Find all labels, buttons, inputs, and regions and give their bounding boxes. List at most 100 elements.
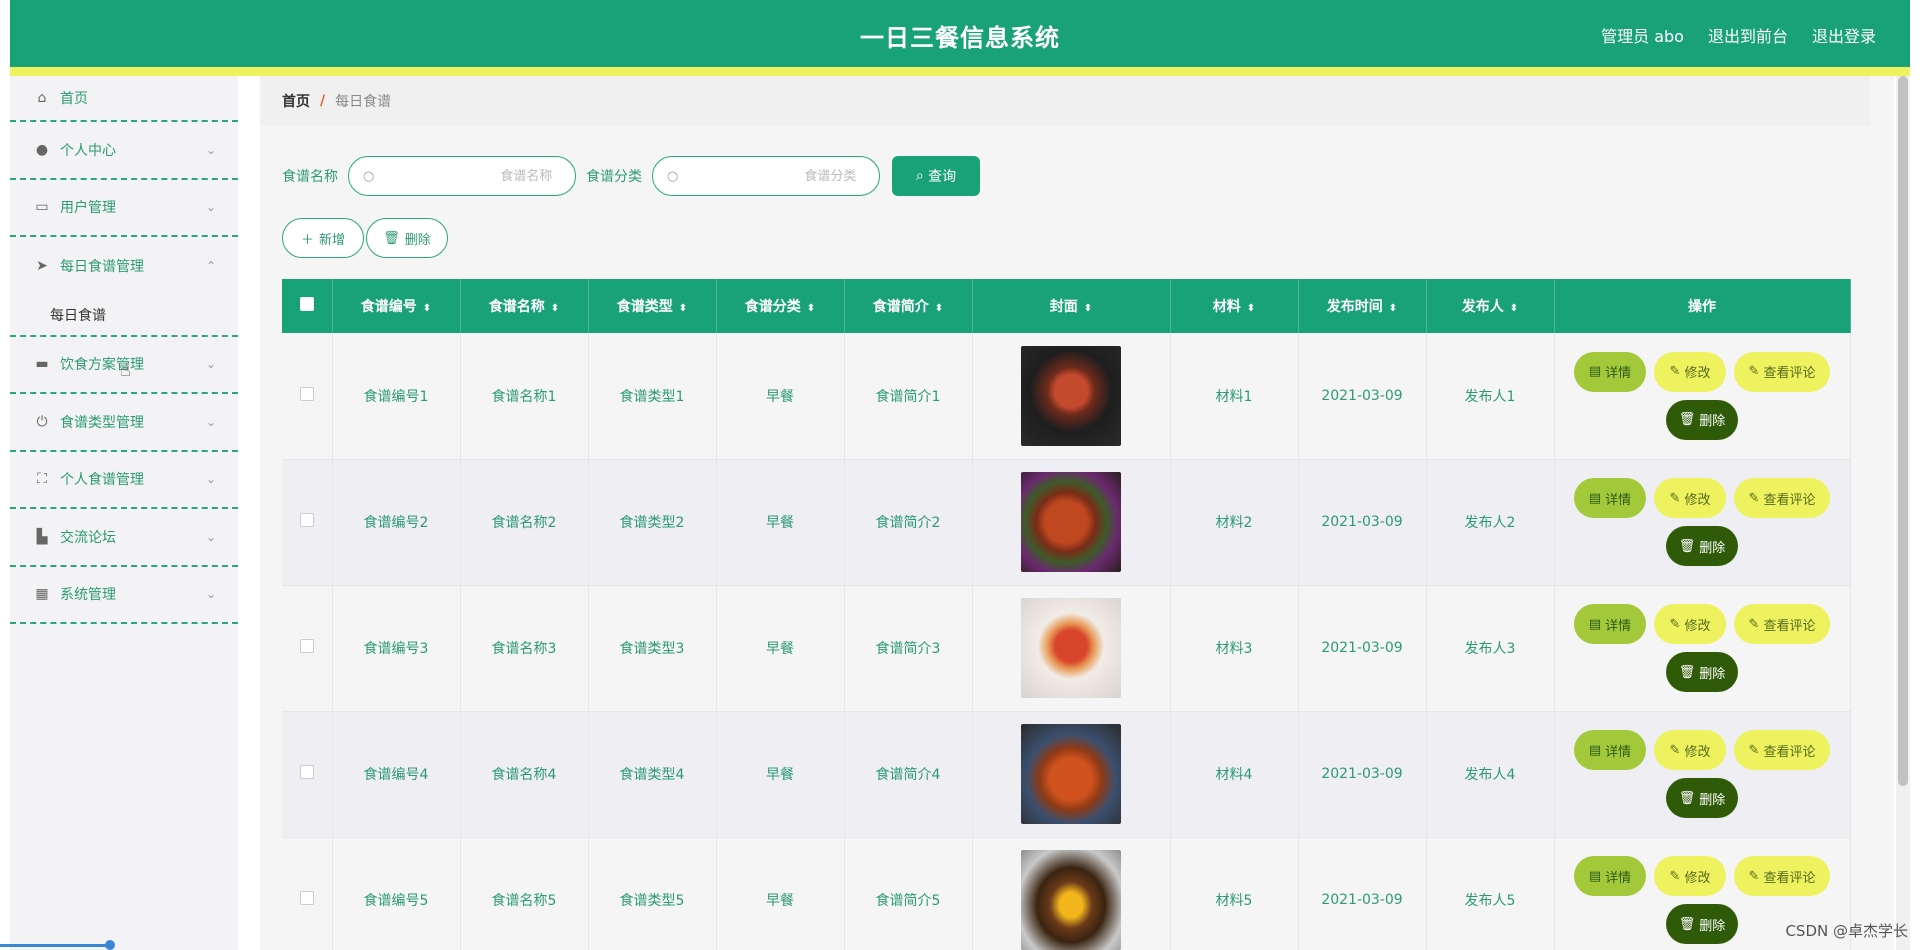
pencil-icon: ✎ (1748, 616, 1760, 632)
row-actions: ▤ 详情 ✎ 修改 ✎ 查看评论 🗑 删除 (1572, 604, 1832, 692)
sidebar-item-label: 个人食谱管理 (60, 472, 144, 489)
delete-button[interactable]: 🗑 删除 (1666, 904, 1738, 944)
sidebar-item-personal-recipe-management[interactable]: ⛶ 个人食谱管理 ⌄ (10, 452, 238, 509)
trash-icon: 🗑 (1678, 916, 1696, 932)
detail-button[interactable]: ▤ 详情 (1574, 730, 1646, 770)
edit-button[interactable]: ✎ 修改 (1654, 478, 1726, 518)
row-checkbox[interactable] (299, 639, 314, 653)
cell-code: 食谱编号5 (332, 837, 461, 950)
col-header-publisher[interactable]: 发布人 ⬍ (1426, 279, 1555, 333)
cell-code: 食谱编号4 (332, 711, 461, 838)
frame-icon: ⛶ (37, 471, 47, 488)
recipe-table: 食谱编号 ⬍ 食谱名称 ⬍ 食谱类型 ⬍ 食谱分类 ⬍ 食谱简介 ⬍ 封面 ⬍ 材料 ⬍ 发布… (282, 279, 1851, 950)
breadcrumb-home[interactable]: 首页 (282, 91, 310, 111)
view-comments-button[interactable]: ✎ 查看评论 (1734, 351, 1830, 392)
sort-icon: ⬍ (1083, 303, 1093, 314)
cell-publisher: 发布人3 (1426, 585, 1555, 712)
sidebar-item-label: 系统管理 (60, 587, 116, 604)
col-header-code[interactable]: 食谱编号 ⬍ (332, 279, 461, 333)
sidebar-item-user-management[interactable]: ▭ 用户管理 ⌄ (10, 180, 238, 237)
edit-button[interactable]: ✎ 修改 (1654, 856, 1726, 896)
cell-category: 早餐 (716, 711, 845, 838)
scroll-knob[interactable] (105, 940, 115, 950)
recipe-category-input[interactable] (686, 168, 857, 184)
col-header-cover[interactable]: 封面 ⬍ (972, 279, 1171, 333)
row-checkbox[interactable] (299, 765, 314, 779)
scrollbar-thumb[interactable] (1898, 76, 1908, 786)
exit-to-front-link[interactable]: 退出到前台 (1708, 23, 1788, 47)
user-icon: ● (35, 141, 49, 158)
edit-button[interactable]: ✎ 修改 (1654, 604, 1726, 644)
col-header-intro[interactable]: 食谱简介 ⬍ (844, 279, 973, 333)
pencil-icon: ✎ (1669, 742, 1681, 758)
pencil-icon: ✎ (1748, 742, 1760, 758)
delete-button[interactable]: 🗑 删除 (1666, 526, 1738, 566)
delete-button[interactable]: 🗑 删除 (1666, 399, 1738, 440)
batch-delete-button[interactable]: 🗑 删除 (366, 218, 448, 258)
sidebar-item-forum[interactable]: ▙ 交流论坛 ⌄ (10, 509, 238, 567)
row-checkbox[interactable] (299, 891, 314, 905)
cell-intro: 食谱简介3 (844, 585, 973, 712)
vertical-scrollbar[interactable] (1896, 76, 1910, 950)
col-header-category[interactable]: 食谱分类 ⬍ (716, 279, 845, 333)
detail-button[interactable]: ▤ 详情 (1574, 604, 1646, 644)
breadcrumb-current: 每日食谱 (335, 94, 392, 110)
row-checkbox[interactable] (299, 513, 314, 527)
delete-button[interactable]: 🗑 删除 (1666, 652, 1738, 692)
edit-button[interactable]: ✎ 修改 (1654, 730, 1726, 770)
select-all-checkbox[interactable] (299, 297, 314, 311)
trash-icon: 🗑 (1678, 412, 1696, 428)
query-button[interactable]: ⌕ 查询 (892, 156, 980, 196)
view-comments-button[interactable]: ✎ 查看评论 (1734, 478, 1830, 518)
view-comments-button[interactable]: ✎ 查看评论 (1734, 856, 1830, 896)
col-header-date[interactable]: 发布时间 ⬍ (1298, 279, 1427, 333)
col-header-actions: 操作 (1554, 279, 1851, 333)
chevron-down-icon: ⌄ (205, 529, 216, 544)
col-header-type[interactable]: 食谱类型 ⬍ (588, 279, 717, 333)
sort-icon: ⬍ (1246, 303, 1256, 314)
sidebar-subitem-daily-recipe[interactable]: 每日食谱 (10, 295, 238, 337)
sidebar-item-home[interactable]: ⌂ 首页 (10, 76, 238, 122)
cell-code: 食谱编号3 (332, 585, 461, 712)
cell-type: 食谱类型2 (588, 459, 717, 586)
detail-button[interactable]: ▤ 详情 (1574, 478, 1646, 518)
sidebar-item-label: 交流论坛 (60, 529, 116, 546)
document-icon: ▤ (1588, 742, 1602, 758)
sidebar-item-label: 每日食谱管理 (60, 258, 144, 275)
document-icon: ▤ (1588, 868, 1602, 884)
edit-button[interactable]: ✎ 修改 (1654, 351, 1726, 392)
view-comments-button[interactable]: ✎ 查看评论 (1734, 604, 1830, 644)
detail-button[interactable]: ▤ 详情 (1574, 856, 1646, 896)
chevron-down-icon: ⌄ (205, 142, 216, 157)
cell-category: 早餐 (716, 585, 845, 712)
sidebar-item-label: 饮食方案管理 (60, 357, 144, 374)
sidebar-item-recipe-type-management[interactable]: ⏻ 食谱类型管理 ⌄ (10, 394, 238, 452)
sidebar-item-personal-center[interactable]: ● 个人中心 ⌄ (10, 122, 238, 180)
cell-name: 食谱名称1 (460, 333, 589, 460)
col-header-material[interactable]: 材料 ⬍ (1170, 279, 1299, 333)
sidebar-item-system-management[interactable]: ▦ 系统管理 ⌄ (10, 567, 238, 624)
send-icon: ➤ (36, 257, 48, 274)
row-checkbox[interactable] (299, 386, 314, 401)
table-header-row: 食谱编号 ⬍ 食谱名称 ⬍ 食谱类型 ⬍ 食谱分类 ⬍ 食谱简介 ⬍ 封面 ⬍ 材料 ⬍ 发布… (282, 279, 1851, 333)
main-content: 首页 / 每日食谱 食谱名称 ○ 食谱分类 ○ ⌕ 查询 ＋新增 🗑删除 (260, 76, 1894, 950)
breadcrumb: 首页 / 每日食谱 (260, 76, 1870, 126)
detail-button[interactable]: ▤ 详情 (1574, 351, 1646, 392)
table-row: 食谱编号4 食谱名称4 食谱类型4 早餐 食谱简介4 材料4 2021-03-0… (282, 711, 1851, 838)
cell-date: 2021-03-09 (1298, 459, 1427, 586)
cell-code: 食谱编号2 (332, 459, 461, 586)
delete-button[interactable]: 🗑 删除 (1666, 778, 1738, 818)
trash-icon: 🗑 (1678, 790, 1696, 806)
cell-date: 2021-03-09 (1298, 333, 1427, 460)
pencil-icon: ✎ (1669, 868, 1681, 884)
chevron-down-icon: ⌄ (205, 357, 216, 372)
horizontal-scroll-indicator[interactable] (0, 940, 115, 950)
sidebar-item-daily-recipe-management[interactable]: ➤ 每日食谱管理 ⌃ (10, 237, 238, 295)
col-header-name[interactable]: 食谱名称 ⬍ (460, 279, 589, 333)
query-button-label: 查询 (928, 169, 957, 185)
add-button[interactable]: ＋ 新增 (282, 218, 364, 258)
recipe-name-input[interactable] (382, 168, 553, 184)
logout-link[interactable]: 退出登录 (1812, 23, 1876, 47)
sort-icon: ⬍ (806, 303, 816, 314)
view-comments-button[interactable]: ✎ 查看评论 (1734, 730, 1830, 770)
